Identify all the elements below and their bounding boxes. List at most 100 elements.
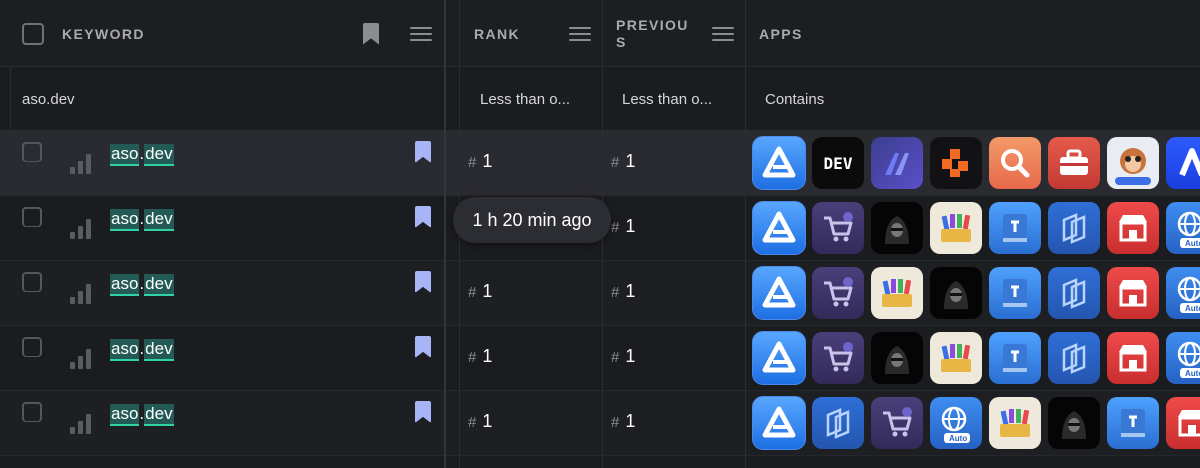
previous-rank-cell: #1	[611, 216, 635, 237]
toolbox-icon[interactable]	[1048, 137, 1100, 189]
rank-value: 1	[482, 151, 493, 171]
dev-logo-icon[interactable]: DEV	[812, 137, 864, 189]
previous-column-menu[interactable]	[712, 0, 734, 67]
previous-column-header[interactable]: PREVIOU S	[616, 0, 689, 67]
color-box-icon[interactable]	[871, 267, 923, 319]
storefront-icon[interactable]	[1166, 397, 1200, 449]
rank-value: 1	[482, 281, 493, 301]
aso-dev-logo-icon[interactable]	[752, 201, 806, 255]
bookmark-icon	[415, 336, 431, 358]
color-box-icon[interactable]	[930, 332, 982, 384]
hooded-figure-icon[interactable]	[930, 267, 982, 319]
bookmark-filter-icon[interactable]	[363, 22, 379, 45]
aso-dev-logo-icon[interactable]	[752, 331, 806, 385]
previous-hash: #	[611, 349, 620, 366]
search-magnifier-icon[interactable]	[989, 137, 1041, 189]
hooded-figure-icon[interactable]	[871, 332, 923, 384]
hooded-figure-icon[interactable]	[1048, 397, 1100, 449]
blue-m-logo-icon[interactable]	[871, 137, 923, 189]
table-row[interactable]: aso.dev #1 #1 Auto	[0, 391, 1200, 456]
rank-cell: #1	[468, 411, 492, 432]
apps-list: Auto	[752, 266, 1200, 320]
keyword-link[interactable]: aso. dev	[110, 404, 174, 426]
table-row[interactable]: aso. dev #1 #1 DEV	[0, 131, 1200, 196]
apps-list: DEV	[752, 136, 1200, 190]
keyword-link[interactable]: aso. dev	[110, 144, 174, 166]
book-icon[interactable]	[989, 202, 1041, 254]
apps-header-label: APPS	[759, 25, 803, 42]
pinned-pane-edge[interactable]	[444, 0, 446, 468]
keyword-column-menu[interactable]	[410, 0, 432, 67]
book-icon[interactable]	[989, 332, 1041, 384]
color-box-icon[interactable]	[930, 202, 982, 254]
column-divider	[10, 67, 11, 131]
row-checkbox[interactable]	[22, 272, 42, 292]
keyword-link[interactable]: aso. dev	[110, 274, 174, 296]
cart-icon[interactable]	[812, 267, 864, 319]
previous-header-label-line1: PREVIOU	[616, 16, 689, 33]
apps-filter-input[interactable]: Contains	[765, 67, 824, 131]
table-row[interactable]: aso.dev #1 #1 Auto	[0, 261, 1200, 326]
previous-value: 1	[625, 216, 636, 236]
previous-rank-cell: #1	[611, 151, 635, 172]
menu-icon	[410, 26, 432, 41]
previous-filter-input[interactable]: Less than o...	[622, 67, 712, 131]
storefront-icon[interactable]	[1107, 332, 1159, 384]
cart-icon[interactable]	[871, 397, 923, 449]
table-row[interactable]: aso.dev #1 #1 Auto	[0, 326, 1200, 391]
layers-icon[interactable]	[812, 397, 864, 449]
filter-row: aso.dev Less than o... Less than o... Co…	[0, 67, 1200, 131]
bookmark-icon	[415, 271, 431, 293]
keyword-link[interactable]: aso. dev	[110, 209, 174, 231]
layers-icon[interactable]	[1048, 202, 1100, 254]
aso-dev-logo-icon[interactable]	[752, 136, 806, 190]
rank-column-menu[interactable]	[569, 0, 591, 67]
menu-icon	[569, 26, 591, 41]
blue-a-logo-icon[interactable]	[1166, 137, 1200, 189]
orange-blocks-icon[interactable]	[930, 137, 982, 189]
row-checkbox[interactable]	[22, 337, 42, 357]
aso-dev-logo-icon[interactable]	[752, 266, 806, 320]
rank-value: 1	[482, 411, 493, 431]
menu-icon	[712, 26, 734, 41]
cart-icon[interactable]	[812, 332, 864, 384]
row-checkbox[interactable]	[22, 142, 42, 162]
keyword-column-header[interactable]: KEYWORD	[62, 0, 145, 67]
book-icon[interactable]	[1107, 397, 1159, 449]
keyword-part: aso	[110, 404, 140, 426]
globe-auto-icon[interactable]: Auto	[930, 397, 982, 449]
cart-icon[interactable]	[812, 202, 864, 254]
rank-filter-input[interactable]: Less than o...	[480, 67, 570, 131]
layers-icon[interactable]	[1048, 267, 1100, 319]
hooded-figure-icon[interactable]	[871, 202, 923, 254]
keyword-filter-input[interactable]: aso.dev	[22, 67, 75, 131]
globe-auto-icon[interactable]: Auto	[1166, 202, 1200, 254]
layers-icon[interactable]	[1048, 332, 1100, 384]
dev-logo-text: DEV	[823, 153, 853, 173]
rank-hash: #	[468, 284, 477, 301]
keyword-link[interactable]: aso. dev	[110, 339, 174, 361]
previous-hash: #	[611, 154, 620, 171]
difficulty-signal-icon	[70, 412, 91, 434]
row-checkbox[interactable]	[22, 402, 42, 422]
globe-auto-icon[interactable]: Auto	[1166, 332, 1200, 384]
keyword-header-label: KEYWORD	[62, 25, 145, 42]
rank-column-header[interactable]: RANK	[474, 0, 520, 67]
select-all-checkbox[interactable]	[22, 22, 44, 45]
storefront-icon[interactable]	[1107, 202, 1159, 254]
monkey-avatar-icon[interactable]	[1107, 137, 1159, 189]
row-checkbox[interactable]	[22, 207, 42, 227]
aso-dev-logo-icon[interactable]	[752, 396, 806, 450]
auto-badge-text: Auto	[1185, 239, 1200, 248]
storefront-icon[interactable]	[1107, 267, 1159, 319]
apps-column-header[interactable]: APPS	[759, 0, 803, 67]
auto-badge-text: Auto	[1185, 304, 1200, 313]
book-icon[interactable]	[989, 267, 1041, 319]
rank-hash: #	[468, 414, 477, 431]
difficulty-signal-icon	[70, 217, 91, 239]
bookmark-icon	[415, 141, 431, 163]
select-all-cell	[22, 0, 44, 67]
globe-auto-icon[interactable]: Auto	[1166, 267, 1200, 319]
previous-value: 1	[625, 346, 636, 366]
color-box-icon[interactable]	[989, 397, 1041, 449]
